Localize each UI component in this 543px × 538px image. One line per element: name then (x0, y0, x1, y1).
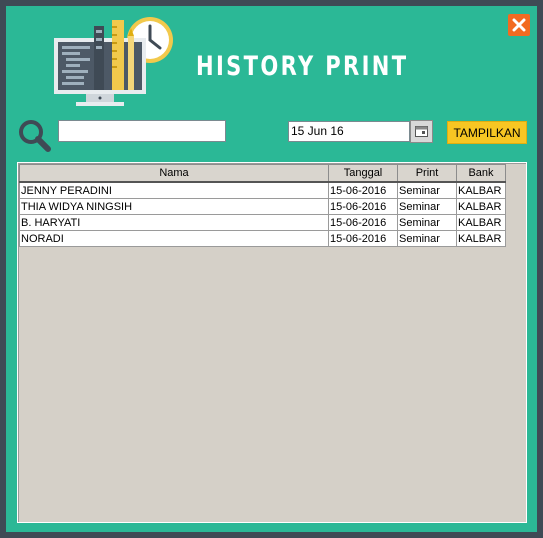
show-button[interactable]: TAMPILKAN (447, 121, 527, 144)
cell-bank: KALBAR (456, 198, 506, 215)
cell-bank: KALBAR (456, 230, 506, 247)
calendar-button[interactable] (410, 120, 433, 143)
history-table-panel[interactable]: Nama Tanggal Print Bank JENNY PERADINI 1… (17, 162, 527, 523)
column-header-bank[interactable]: Bank (456, 164, 506, 183)
cell-print: Seminar (397, 230, 457, 247)
table-row[interactable]: B. HARYATI 15-06-2016 Seminar KALBAR (19, 214, 506, 231)
calendar-icon (415, 126, 428, 137)
table-row[interactable]: THIA WIDYA NINGSIH 15-06-2016 Seminar KA… (19, 198, 506, 215)
table-row[interactable]: NORADI 15-06-2016 Seminar KALBAR (19, 230, 506, 247)
workspace-illustration-icon (54, 17, 173, 106)
close-button[interactable] (508, 14, 530, 36)
cell-print: Seminar (397, 198, 457, 215)
cell-print: Seminar (397, 181, 457, 199)
search-icon (19, 120, 51, 152)
column-header-nama[interactable]: Nama (19, 164, 329, 183)
cell-bank: KALBAR (456, 181, 506, 199)
table-row[interactable]: JENNY PERADINI 15-06-2016 Seminar KALBAR (19, 181, 506, 199)
cell-nama: JENNY PERADINI (19, 181, 329, 199)
column-header-print[interactable]: Print (397, 164, 457, 183)
cell-nama: B. HARYATI (19, 214, 329, 231)
cell-tanggal: 15-06-2016 (328, 198, 398, 215)
cell-nama: NORADI (19, 230, 329, 247)
cell-bank: KALBAR (456, 214, 506, 231)
history-print-window: HISTORY PRINT 15 Jun 16 TAMPILKAN Nama T… (0, 0, 543, 538)
cell-tanggal: 15-06-2016 (328, 214, 398, 231)
cell-tanggal: 15-06-2016 (328, 181, 398, 199)
cell-nama: THIA WIDYA NINGSIH (19, 198, 329, 215)
page-title: HISTORY PRINT (196, 51, 409, 82)
history-table: Nama Tanggal Print Bank JENNY PERADINI 1… (19, 164, 506, 247)
cell-print: Seminar (397, 214, 457, 231)
table-header-row: Nama Tanggal Print Bank (19, 164, 506, 183)
search-input[interactable] (58, 120, 226, 142)
date-field[interactable]: 15 Jun 16 (288, 121, 410, 142)
close-x-icon (512, 18, 526, 32)
column-header-tanggal[interactable]: Tanggal (328, 164, 398, 183)
cell-tanggal: 15-06-2016 (328, 230, 398, 247)
